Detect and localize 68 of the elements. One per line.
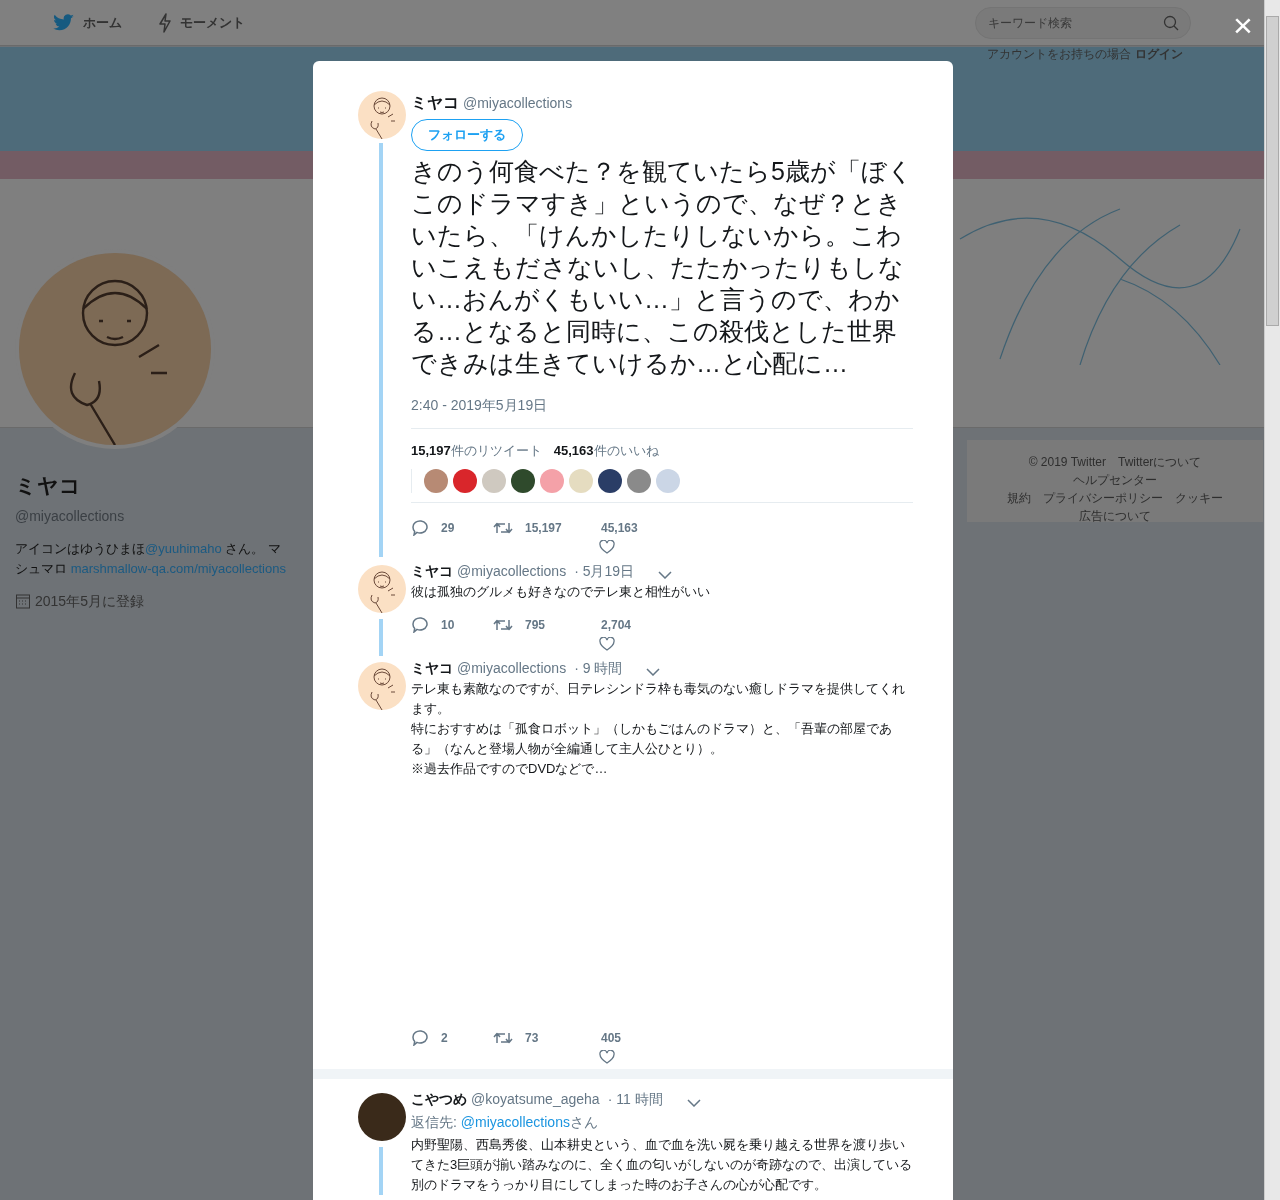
reply-icon [411, 519, 429, 536]
like-count: 2,704 [601, 616, 632, 634]
liker-avatar[interactable] [598, 468, 622, 493]
author-handle: @miyacollections [463, 94, 573, 113]
profile-name: ミヤコ [15, 473, 82, 499]
reply-count: 29 [441, 519, 455, 537]
cartoon-avatar-drawing [358, 661, 406, 710]
heart-icon [599, 1049, 615, 1064]
search-icon [1163, 14, 1179, 31]
nav-link[interactable]: ホーム [53, 12, 122, 33]
author-name: ミヤコ [411, 93, 459, 113]
mention-link[interactable]: @miyacollections [460, 1113, 570, 1130]
chevron-down-icon[interactable] [646, 668, 661, 676]
liker-avatar[interactable] [453, 468, 477, 493]
chevron-down-icon[interactable] [658, 571, 673, 579]
tweet-text: テレ東も素敵なのですが、日テレシンドラ枠も毒気のない癒しドラマを提供してくれます。 [411, 679, 906, 718]
login-prompt: アカウントをお持ちの場合 [987, 46, 1131, 63]
footer-link[interactable]: Twitterについて [1118, 453, 1202, 471]
scrollbar[interactable] [1264, 0, 1280, 1200]
author-handle: @miyacollections [457, 658, 567, 678]
chevron-down-icon[interactable] [686, 1099, 701, 1107]
reply-to-text: 返信先: @miyacollectionsさん [411, 1112, 599, 1132]
search-field[interactable]: キーワード検索 [975, 6, 1191, 39]
author-name: ミヤコ [411, 561, 453, 581]
footer-link[interactable]: 規約 [1007, 489, 1031, 507]
retweet-count: 15,197 [525, 519, 562, 537]
tweet-text: 内野聖陽、西島秀俊、山本耕史という、血で血を洗い屍を乗り越える世界を渡り歩いてきた3巨頭が揃い踏みなのに、全く血の匂いがしないのが奇跡なので、出演している別のドラマをうっかり目にしてしまった時のお子さんの心が心配です。 [411, 1135, 913, 1194]
author-name: こやつめ [411, 1089, 467, 1109]
like-stat[interactable]: 45,163件のいいね [553, 441, 659, 461]
bird-icon [53, 13, 75, 32]
tweet-text: 特におすすめは「孤食ロボット」（しかもごはんのドラマ）と、「吾輩の部屋である」（なんと登場人物が全編通して主人公ひとり）。 [411, 719, 893, 758]
tweet-text: きのう何食べた？を観ていたら5歳が「ぼくこのドラマすき」というので、なぜ？ときいたら、「けんかしたりしないから。こわいこえもださないし、たたかったりもしない…おんがくもいい…」と言うので、わかる…となると同時に、この殺伐とした世界できみは生きていけるか…と心配に… [411, 156, 913, 379]
author-handle: @koyatsume_ageha [471, 1089, 600, 1109]
like-count: 45,163 [601, 519, 638, 537]
tweet-text: 彼は孤独のグルメも好きなのでテレ東と相性がいい [411, 582, 711, 601]
footer-link[interactable]: © 2019 Twitter [1028, 453, 1106, 471]
avatar-photo[interactable] [358, 1092, 406, 1141]
profile-bio: アイコンはゆうひまほ@yuuhimaho さん。 マシュマロ marshmallow-qa.com/miyacollections [15, 539, 287, 578]
footer-link[interactable]: ヘルプセンター [1073, 471, 1157, 489]
tweet-time[interactable]: · 5月19日 [574, 560, 635, 582]
cartoon-avatar-drawing [358, 564, 406, 613]
close-button[interactable]: × [1233, 8, 1253, 42]
tweet-timestamp: 2:40 - 2019年5月19日 [411, 396, 549, 415]
heart-icon [599, 539, 615, 554]
retweet-count: 795 [525, 616, 546, 634]
footer-link[interactable]: プライバシーポリシー [1043, 489, 1163, 507]
author-handle: @miyacollections [457, 561, 567, 581]
retweet-stat[interactable]: 15,197件のリツイート [411, 441, 542, 461]
tweet-text: ※過去作品ですのでDVDなどで… [411, 759, 609, 778]
calendar-icon [15, 593, 31, 609]
reply-icon [411, 616, 429, 633]
lightning-icon [158, 12, 172, 33]
liker-avatar[interactable] [511, 468, 535, 493]
cartoon-avatar-drawing [358, 91, 406, 139]
nav-link[interactable]: モーメント [158, 12, 245, 33]
author-name: ミヤコ [411, 658, 453, 678]
like-count: 405 [601, 1029, 622, 1047]
reply-icon [411, 1029, 429, 1046]
heart-icon [599, 636, 615, 651]
reply-count: 2 [441, 1029, 448, 1047]
footer-link[interactable]: 広告について [1079, 507, 1151, 525]
join-date: 2015年5月に登録 [35, 591, 144, 611]
tweet-time[interactable]: · 9 時間 [574, 657, 623, 679]
tweet-time[interactable]: · 11 時間 [607, 1088, 663, 1110]
footer-link[interactable]: クッキー [1175, 489, 1223, 507]
retweet-count: 73 [525, 1029, 539, 1047]
login-link[interactable]: ログイン [1135, 45, 1183, 63]
reply-count: 10 [441, 616, 455, 634]
